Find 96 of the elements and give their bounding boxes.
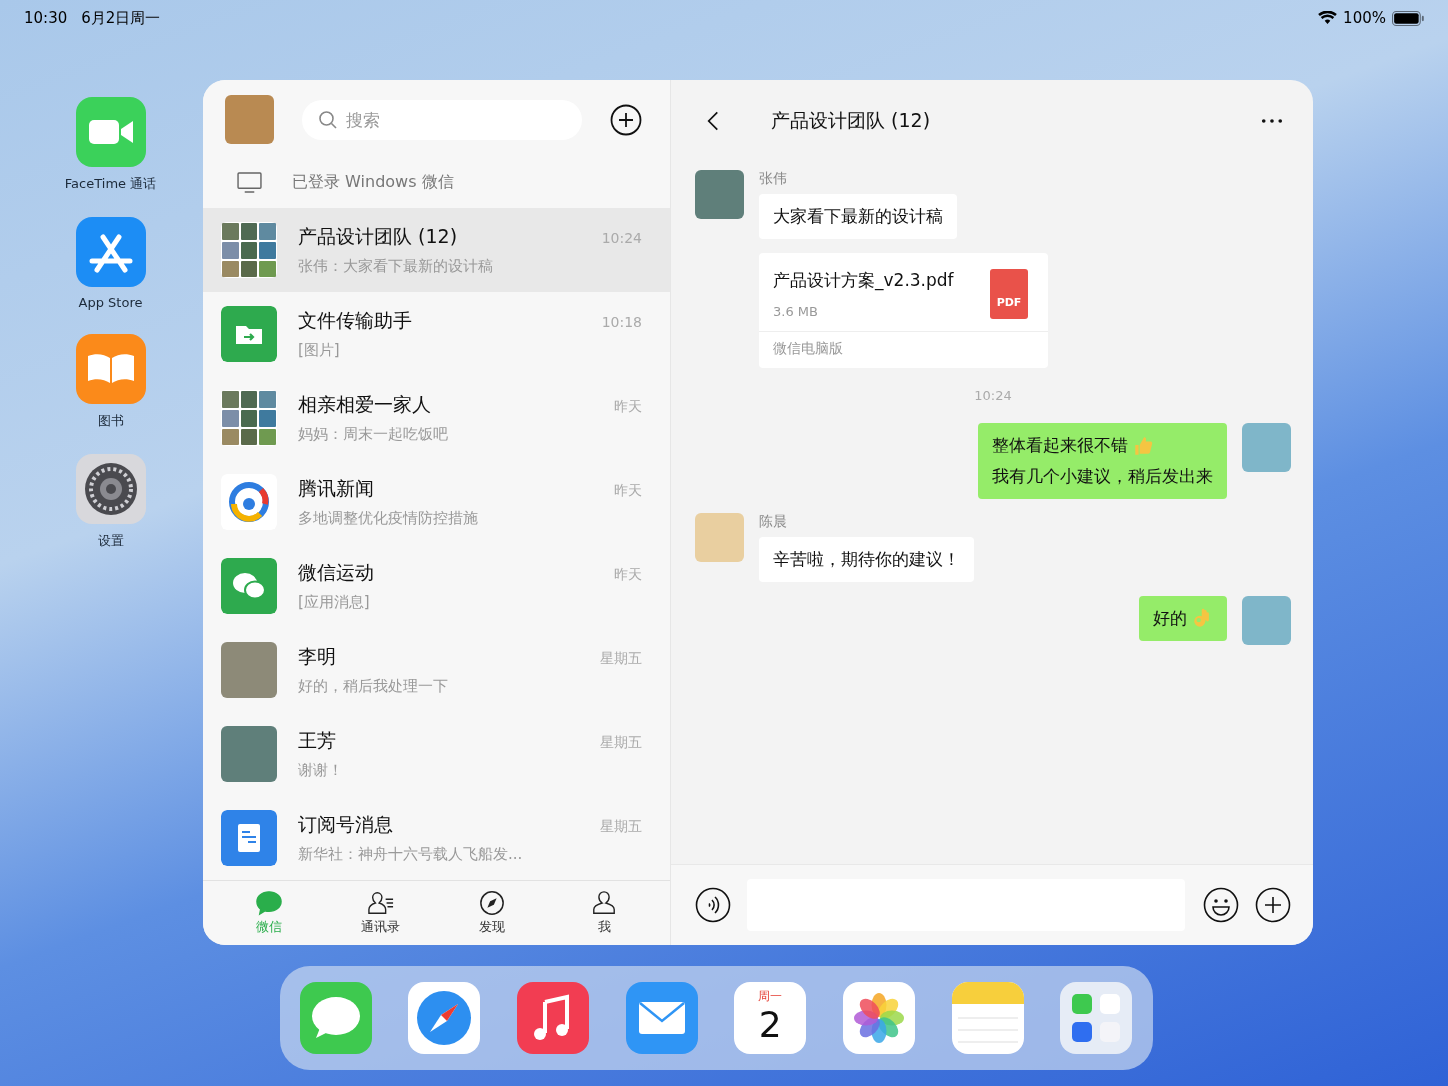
app-label: 设置 [97, 532, 124, 550]
chat-preview: 新华社：神舟十六号载人飞船发... [298, 845, 524, 865]
thumbs-up-icon [1132, 434, 1154, 457]
app-store-icon[interactable] [75, 217, 146, 287]
photo-placeholder [221, 642, 277, 699]
app-folder-icon[interactable] [1060, 982, 1133, 1054]
chat-preview: [图片] [298, 341, 341, 361]
chat-name: 文件传输助手 [298, 308, 412, 334]
news-logo-icon [221, 474, 277, 531]
notepad-icon[interactable] [951, 982, 1024, 1054]
chat-preview: 张伟：大家看下最新的设计稿 [298, 257, 494, 277]
video-camera-icon[interactable] [75, 97, 146, 167]
chat-time: 星期五 [600, 650, 642, 669]
photo-placeholder [1242, 596, 1291, 645]
tab-item[interactable]: 我 [569, 890, 640, 937]
chat-name: 相亲相爱一家人 [298, 392, 431, 418]
file-source: 微信电脑版 [772, 339, 844, 358]
wifi-icon [1318, 11, 1338, 25]
status-date: 6月2日周一 [81, 8, 161, 28]
chat-bubbles-icon [221, 558, 277, 615]
chat-list-item[interactable]: 微信运动 昨天 [应用消息] [203, 544, 670, 629]
add-button[interactable] [610, 103, 642, 136]
app-label: 图书 [97, 412, 124, 430]
search-icon [318, 109, 338, 130]
compass-icon[interactable] [408, 982, 481, 1054]
document-icon [221, 810, 277, 867]
sender-name: 张伟 [759, 170, 787, 188]
photo-placeholder[interactable] [225, 95, 274, 145]
contacts-icon [366, 890, 395, 917]
chat-list-item[interactable]: 订阅号消息 星期五 新华社：神舟十六号载人飞船发... [203, 796, 670, 881]
open-book-icon[interactable] [75, 334, 146, 404]
chat-preview: 妈妈：周末一起吃饭吧 [298, 425, 449, 445]
message-text: 大家看下最新的设计稿 [773, 205, 943, 228]
compass-icon [478, 890, 507, 917]
chat-name: 王芳 [298, 728, 336, 754]
emoji-button[interactable] [1203, 887, 1239, 923]
chat-preview: [应用消息] [298, 593, 371, 613]
chat-name: 李明 [298, 644, 336, 670]
message-text: 整体看起来很不错 [992, 434, 1128, 457]
flower-icon[interactable] [843, 982, 915, 1054]
photo-placeholder [695, 170, 744, 219]
chat-list-item[interactable]: 腾讯新闻 昨天 多地调整优化疫情防控措施 [203, 460, 670, 545]
battery-icon [1392, 10, 1424, 26]
music-note-icon[interactable] [516, 982, 589, 1054]
chat-time: 10:18 [601, 314, 642, 331]
speech-bubble-icon[interactable] [299, 982, 372, 1054]
chat-list-item[interactable]: 王芳 星期五 谢谢！ [203, 712, 670, 797]
chat-time: 星期五 [600, 734, 642, 753]
tab-item[interactable]: 通讯录 [345, 890, 416, 937]
envelope-icon[interactable] [625, 982, 698, 1054]
app-label: FaceTime 通话 [64, 175, 157, 193]
message-timestamp: 10:24 [974, 388, 1012, 403]
status-time: 10:30 [24, 9, 68, 27]
chat-time: 昨天 [614, 482, 642, 501]
chat-bubble-icon [254, 890, 283, 917]
app-label: App Store [78, 295, 143, 310]
group-avatar [221, 390, 277, 447]
chat-list-item[interactable]: 文件传输助手 10:18 [图片] [203, 292, 670, 377]
sender-name: 陈晨 [759, 513, 787, 531]
chat-preview: 谢谢！ [298, 761, 344, 781]
voice-button[interactable] [695, 887, 731, 923]
photo-placeholder [221, 726, 277, 783]
message-text: 辛苦啦，期待你的建议！ [773, 548, 960, 571]
file-card[interactable]: 产品设计方案_v2.3.pdf 3.6 MB PDF 微信电脑版 [759, 253, 1048, 368]
message-text: 我有几个小建议，稍后发出来 [992, 465, 1213, 488]
chat-preview: 多地调整优化疫情防控措施 [298, 509, 479, 529]
login-notice[interactable]: 已登录 Windows 微信 [292, 171, 454, 193]
photo-placeholder [1242, 423, 1291, 472]
calendar-app-icon[interactable]: 周一 2 [734, 982, 807, 1054]
chat-time: 昨天 [614, 566, 642, 585]
chat-name: 腾讯新闻 [298, 476, 374, 502]
chat-preview: 好的，稍后我处理一下 [298, 677, 449, 697]
group-avatar [221, 222, 277, 279]
file-size: 3.6 MB [773, 304, 819, 319]
chat-time: 昨天 [614, 398, 642, 417]
chat-name: 订阅号消息 [298, 812, 393, 838]
add-button[interactable] [1255, 887, 1291, 923]
monitor-icon [237, 171, 262, 193]
chat-list-item[interactable]: 相亲相爱一家人 昨天 妈妈：周末一起吃饭吧 [203, 376, 670, 461]
message-text: 好的 [1153, 607, 1187, 630]
pdf-file-icon: PDF [990, 269, 1028, 319]
tab-item[interactable]: 发现 [457, 890, 528, 937]
chat-list-item[interactable]: 李明 星期五 好的，稍后我处理一下 [203, 628, 670, 713]
chat-name: 产品设计团队 (12) [298, 224, 458, 250]
chat-title: 产品设计团队 (12) [771, 108, 931, 133]
chat-list-item[interactable]: 产品设计团队 (12) 10:24 张伟：大家看下最新的设计稿 [203, 208, 670, 293]
photo-placeholder [695, 513, 744, 562]
back-button[interactable] [707, 110, 719, 132]
settings-icon[interactable] [75, 454, 146, 524]
chat-name: 微信运动 [298, 560, 374, 586]
chat-time: 星期五 [600, 818, 642, 837]
file-name: 产品设计方案_v2.3.pdf [773, 269, 954, 292]
search-field[interactable]: 搜索 [302, 99, 582, 140]
chat-time: 10:24 [601, 230, 642, 247]
battery-percentage: 100% [1343, 9, 1386, 27]
more-button[interactable] [1261, 118, 1283, 124]
